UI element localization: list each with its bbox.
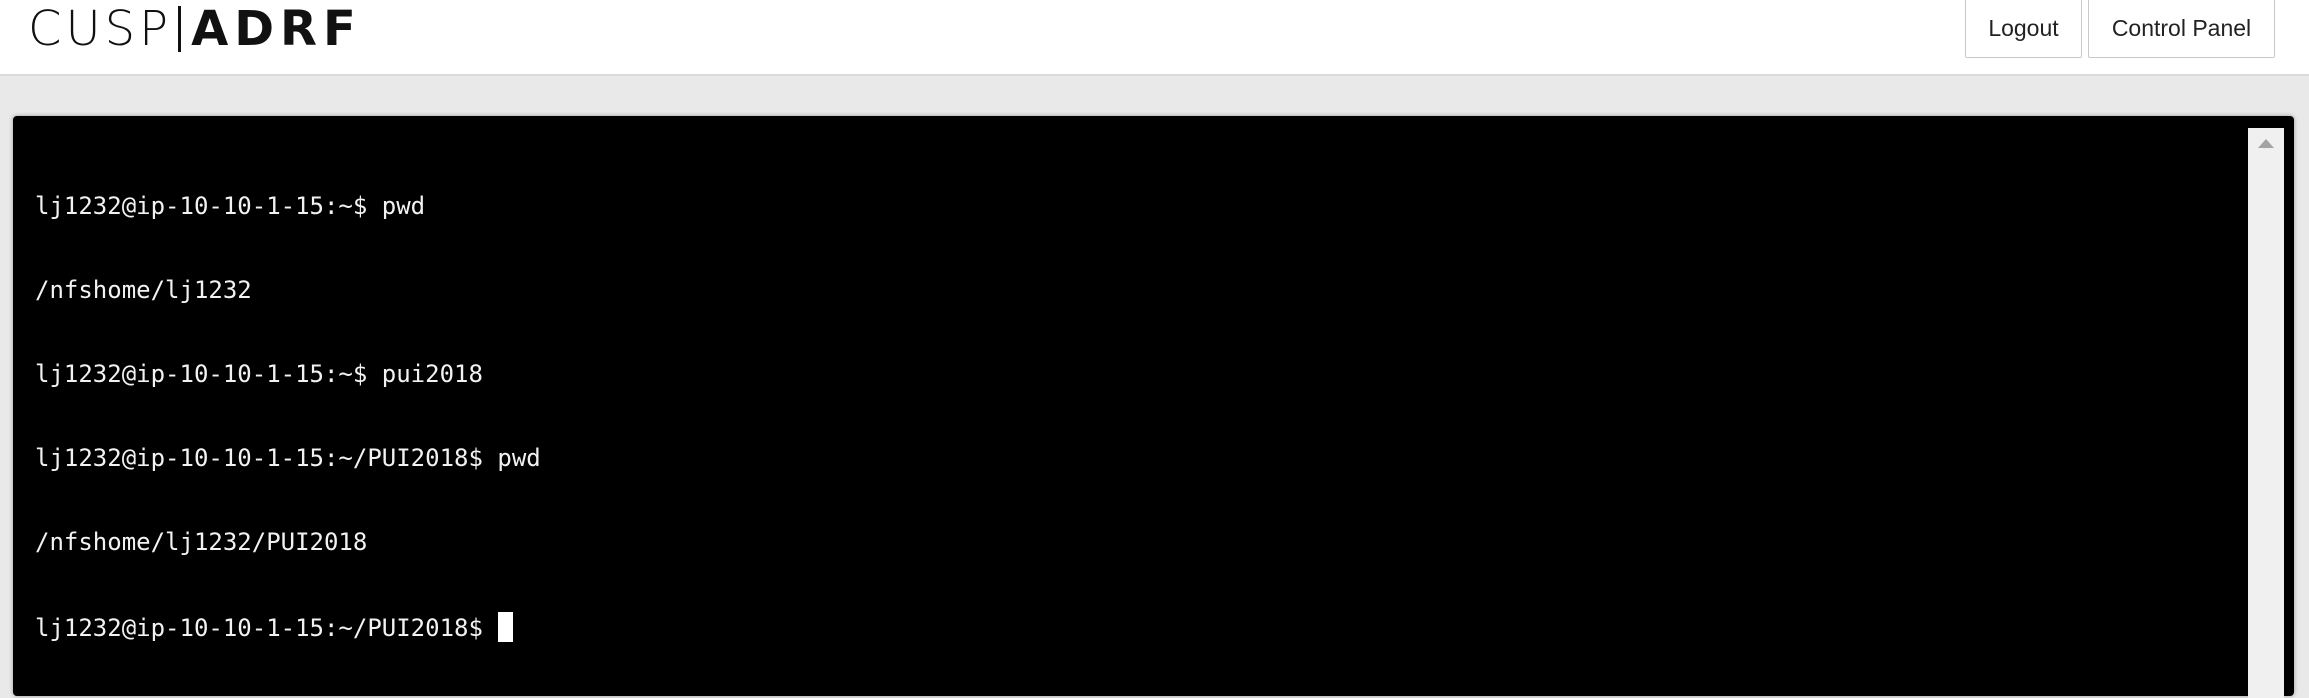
terminal-current-line[interactable]: lj1232@ip-10-10-1-15:~/PUI2018$: [35, 612, 541, 642]
terminal-line: lj1232@ip-10-10-1-15:~$ pui2018: [35, 360, 483, 388]
terminal-line: lj1232@ip-10-10-1-15:~$ pwd: [35, 192, 426, 220]
terminal-line: /nfshome/lj1232/PUI2018: [35, 528, 368, 556]
terminal-cursor: [498, 612, 514, 642]
logout-button[interactable]: Logout: [1965, 0, 2082, 58]
logo-separator: [178, 6, 182, 52]
terminal-scrollbar[interactable]: [2248, 128, 2284, 698]
terminal-line: lj1232@ip-10-10-1-15:~/PUI2018$ pwd: [35, 444, 541, 472]
terminal-line: /nfshome/lj1232: [35, 276, 252, 304]
logo-text-cusp: CUSP: [28, 1, 173, 57]
logo-text-adrf: ADRF: [191, 1, 362, 57]
terminal-window[interactable]: lj1232@ip-10-10-1-15:~$ pwd /nfshome/lj1…: [13, 116, 2294, 698]
control-panel-button[interactable]: Control Panel: [2088, 0, 2275, 58]
top-header-bar: CUSP ADRF Logout Control Panel: [0, 0, 2309, 76]
scroll-up-arrow-icon: [2258, 138, 2274, 148]
terminal-prompt: lj1232@ip-10-10-1-15:~/PUI2018$: [35, 614, 498, 642]
scroll-up-button[interactable]: [2248, 128, 2284, 158]
cusp-adrf-logo: CUSP ADRF: [28, 3, 362, 55]
terminal-output[interactable]: lj1232@ip-10-10-1-15:~$ pwd /nfshome/lj1…: [35, 136, 541, 696]
